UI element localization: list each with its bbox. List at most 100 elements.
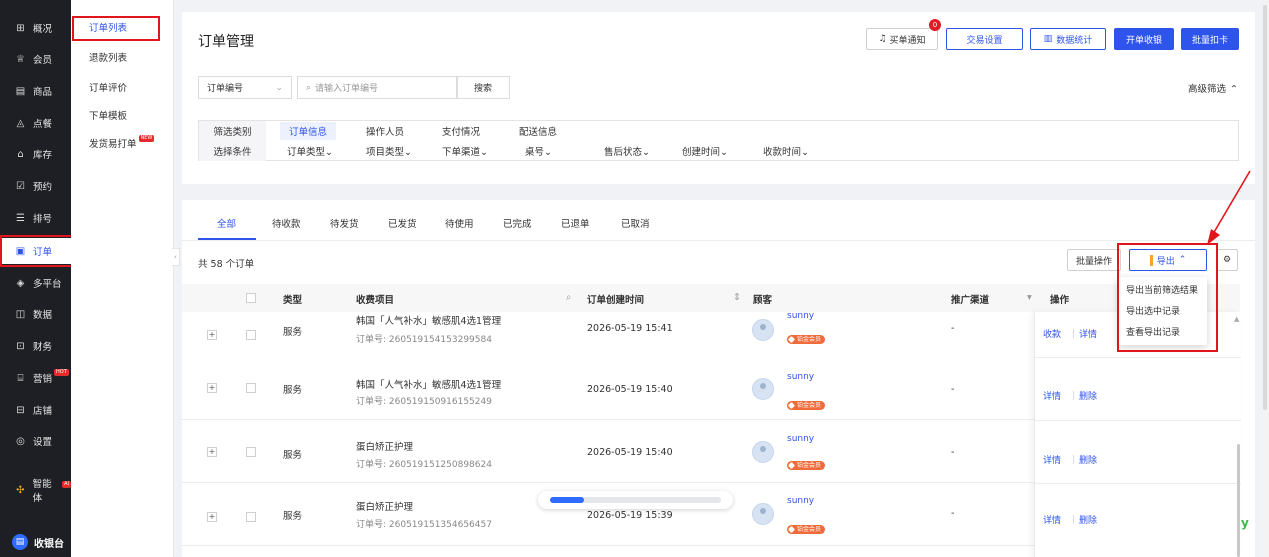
customer-name[interactable]: sunny [787,311,814,321]
filter-item-type[interactable]: 项目类型⌄ [366,144,412,158]
detail-link[interactable]: 详情 [1043,513,1061,526]
notify-button[interactable]: ♫ 买单通知 [866,28,938,50]
row-order-no: 订单号: 260519151250898624 [356,460,492,470]
sidebar-item-goods[interactable]: ▤ 商品 [0,78,71,104]
delete-link[interactable]: 删除 [1079,389,1097,402]
reserve-icon: ☑ [16,180,25,192]
view-export-records-option[interactable]: 查看导出记录 [1126,325,1180,338]
progress-track [550,497,721,503]
tab-completed[interactable]: 已完成 [503,216,532,230]
filter-icon[interactable]: ▾ [1027,292,1032,303]
sidebar-item-reserve[interactable]: ☑ 预约 [0,173,71,199]
submenu-item-order-list[interactable]: 订单列表 [71,17,174,37]
search-icon[interactable]: ⌕ [566,292,571,303]
delete-link[interactable]: 删除 [1079,513,1097,526]
filter-aftersale[interactable]: 售后状态⌄ [604,144,650,158]
trade-settings-button[interactable]: 交易设置 [946,28,1023,50]
row-checkbox[interactable] [246,383,256,393]
page-scrollbar-thumb[interactable] [1263,5,1267,410]
tab-unpaid[interactable]: 待收款 [272,216,301,230]
customer-name[interactable]: sunny [787,372,814,382]
search-field-select[interactable]: 订单编号 ⌄ [198,76,292,99]
delete-link[interactable]: 删除 [1079,453,1097,466]
filter-table-no[interactable]: 桌号⌄ [525,144,552,158]
export-button[interactable]: 导出 ⌃ [1129,249,1207,271]
sidebar-item-stock[interactable]: ⌂ 库存 [0,141,71,167]
filter-order-channel[interactable]: 下单渠道⌄ [442,144,488,158]
trade-settings-label: 交易设置 [966,35,1003,46]
customer-name[interactable]: sunny [787,496,814,506]
batch-deduct-button[interactable]: 批量扣卡 [1181,28,1239,50]
customer-name[interactable]: sunny [787,434,814,444]
assistant-logo-icon[interactable]: y [1241,516,1249,530]
row-checkbox[interactable] [246,512,256,522]
collapse-sidebar-button[interactable]: ‹ [172,248,180,266]
submenu-item-refund-list[interactable]: 退款列表 [71,47,174,67]
sidebar-item-settings[interactable]: ◎ 设置 [0,428,71,454]
sidebar-item-store[interactable]: ⊟ 店铺 [0,397,71,423]
sort-icon[interactable]: ⇕ [733,292,741,303]
sidebar-item-marketing[interactable]: ⌸ 营销 HOT [0,365,71,391]
annotation-arrow [1207,170,1251,245]
submenu-item-shipping-print[interactable]: 发货易打单 NEW [71,133,174,153]
filter-condition-label: 下单渠道 [442,147,481,158]
loading-progress [538,491,733,509]
submenu-item-order-template[interactable]: 下单模板 [71,105,174,125]
page-scrollbar[interactable] [1262,0,1269,557]
detail-link[interactable]: 详情 [1043,389,1061,402]
sidebar-item-member[interactable]: ♕ 会员 [0,46,71,72]
sidebar-item-finance[interactable]: ⊡ 财务 [0,333,71,359]
table-settings-button[interactable]: ⚙ [1216,249,1238,271]
sidebar-item-overview[interactable]: ⊞ 概况 [0,15,71,41]
filter-category-delivery[interactable]: 配送信息 [519,124,557,138]
sidebar-item-queue[interactable]: ☰ 排号 [0,205,71,231]
export-selected-option[interactable]: 导出选中记录 [1126,304,1180,317]
sidebar-item-multiplatform[interactable]: ◈ 多平台 [0,270,71,296]
scroll-up-icon[interactable]: ▲ [1234,315,1239,323]
sidebar-item-order[interactable]: ▣ 订单 [0,238,71,264]
tab-to-use[interactable]: 待使用 [445,216,474,230]
sidebar-item-agent[interactable]: ✣ 智能体 AI [0,477,71,504]
select-all-checkbox[interactable] [246,293,256,303]
open-cashier-button[interactable]: 开单收银 [1114,28,1174,50]
detail-link[interactable]: 详情 [1043,453,1061,466]
row-checkbox[interactable] [246,330,256,340]
export-filtered-option[interactable]: 导出当前筛选结果 [1126,283,1198,296]
expand-icon[interactable]: + [207,512,217,522]
filter-paid-time[interactable]: 收款时间⌄ [763,144,809,158]
detail-link[interactable]: 详情 [1079,327,1097,340]
tab-cancelled[interactable]: 已取消 [621,216,650,230]
filter-category-operator[interactable]: 操作人员 [366,124,404,138]
search-input[interactable]: ⌕ 请输入订单编号 [297,76,457,99]
table-scrollbar[interactable] [1237,444,1240,557]
expand-icon[interactable]: + [207,330,217,340]
advanced-filter-toggle[interactable]: 高级筛选 ⌃ [1188,81,1238,95]
sidebar-item-label: 预约 [33,182,53,193]
tab-to-ship[interactable]: 待发货 [330,216,359,230]
expand-icon[interactable]: + [207,447,217,457]
tab-shipped[interactable]: 已发货 [388,216,417,230]
main-sidebar: ⊞ 概况 ♕ 会员 ▤ 商品 ◬ 点餐 ⌂ 库存 ☑ 预约 ☰ 排号 ▣ 订单 ◈ 多平台 ◫ 数据… [0,0,71,557]
finance-icon: ⊡ [16,340,25,352]
filter-created-time[interactable]: 创建时间⌄ [682,144,728,158]
batch-operation-button[interactable]: 批量操作 [1067,249,1121,271]
tab-refunded[interactable]: 已退单 [561,216,590,230]
stats-button[interactable]: ▥ 数据统计 [1030,28,1106,50]
bar-chart-icon: ▥ [1043,34,1053,44]
cashier-button[interactable]: ▤ 收银台 [0,527,71,557]
submenu-item-order-review[interactable]: 订单评价 [71,77,174,97]
sidebar-item-order-food[interactable]: ◬ 点餐 [0,110,71,136]
search-button-label: 搜索 [474,84,493,94]
filter-order-type[interactable]: 订单类型⌄ [287,144,333,158]
chevron-down-icon: ⌄ [480,147,488,158]
sidebar-item-data[interactable]: ◫ 数据 [0,301,71,327]
filter-category-order-info[interactable]: 订单信息 [280,122,337,140]
expand-icon[interactable]: + [207,383,217,393]
row-item: 蛋白矫正护理 [356,442,414,453]
collect-link[interactable]: 收款 [1043,327,1061,340]
search-button[interactable]: 搜索 [457,76,510,99]
chevron-down-icon: ⌄ [275,82,283,93]
row-checkbox[interactable] [246,447,256,457]
filter-category-payment[interactable]: 支付情况 [442,124,480,138]
tab-all[interactable]: 全部 [217,216,236,230]
